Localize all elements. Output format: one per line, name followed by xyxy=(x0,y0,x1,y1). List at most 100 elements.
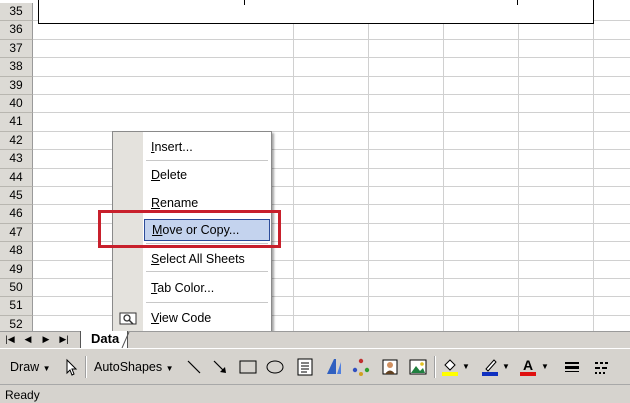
row-header[interactable]: 50 xyxy=(0,279,33,298)
row-cells[interactable] xyxy=(33,113,630,132)
column-gridline xyxy=(593,260,594,278)
grid-row[interactable]: 39 xyxy=(0,76,630,95)
row-header[interactable]: 40 xyxy=(0,95,33,114)
fill-color-icon[interactable] xyxy=(440,357,460,377)
row-header[interactable]: 46 xyxy=(0,205,33,224)
menu-item-view-code[interactable]: View Code xyxy=(144,307,270,329)
row-header[interactable]: 49 xyxy=(0,260,33,279)
row-header[interactable]: 44 xyxy=(0,168,33,187)
next-sheet-icon[interactable]: ▶ xyxy=(40,333,52,346)
grid-row[interactable]: 40 xyxy=(0,95,630,114)
column-gridline xyxy=(593,242,594,260)
text-box-icon[interactable] xyxy=(295,357,315,377)
row-header[interactable]: 38 xyxy=(0,58,33,77)
row-cells[interactable] xyxy=(33,39,630,59)
prev-sheet-icon[interactable]: ◀ xyxy=(22,333,34,346)
embedded-object-frame[interactable] xyxy=(38,0,594,24)
row-header[interactable]: 52 xyxy=(0,315,33,331)
autoshapes-menu-button[interactable]: AutoShapes ▼ xyxy=(94,358,174,376)
column-gridline xyxy=(593,279,594,297)
grid-row[interactable]: 48 xyxy=(0,242,630,261)
grid-row[interactable]: 45 xyxy=(0,187,630,206)
rectangle-icon[interactable] xyxy=(238,357,258,377)
column-gridline xyxy=(368,205,369,223)
picture-icon[interactable] xyxy=(408,357,428,377)
row-header[interactable]: 37 xyxy=(0,39,33,59)
grid-row[interactable]: 49 xyxy=(0,260,630,279)
grid-row[interactable]: 47 xyxy=(0,223,630,243)
dash-style-icon[interactable] xyxy=(592,357,612,377)
row-header[interactable]: 48 xyxy=(0,242,33,261)
row-header[interactable]: 41 xyxy=(0,113,33,132)
autoshapes-label: AutoShapes xyxy=(94,360,163,374)
column-gridline xyxy=(293,95,294,113)
grid-row[interactable]: 38 xyxy=(0,58,630,77)
grid-row[interactable]: 46 xyxy=(0,205,630,224)
column-gridline xyxy=(368,242,369,260)
column-gridline xyxy=(443,260,444,278)
row-header[interactable]: 36 xyxy=(0,21,33,40)
column-gridline xyxy=(443,187,444,205)
column-gridline xyxy=(518,168,519,186)
menu-item-delete[interactable]: Delete xyxy=(144,164,270,186)
row-header[interactable]: 45 xyxy=(0,187,33,206)
first-sheet-icon[interactable]: |◀ xyxy=(4,333,16,346)
line-icon[interactable] xyxy=(184,357,204,377)
grid-row[interactable]: 36 xyxy=(0,21,630,40)
line-style-icon[interactable] xyxy=(562,357,582,377)
row-cells[interactable] xyxy=(33,95,630,114)
object-tick-mark xyxy=(517,0,518,5)
row-header[interactable]: 35 xyxy=(0,3,33,22)
worksheet-grid[interactable]: 35 36 37 38 39 40 41 42 43 44 45 46 47 48 49 50 51 52 xyxy=(0,0,630,331)
column-gridline xyxy=(443,150,444,168)
column-gridline xyxy=(368,150,369,168)
menu-item-select-all-sheets[interactable]: Select All Sheets xyxy=(144,248,270,270)
column-gridline xyxy=(293,168,294,186)
row-cells[interactable] xyxy=(33,76,630,95)
column-gridline xyxy=(368,260,369,278)
font-color-dropdown-icon[interactable]: ▼ xyxy=(541,358,549,376)
grid-row[interactable]: 51 xyxy=(0,297,630,316)
row-header[interactable]: 39 xyxy=(0,76,33,95)
row-cells[interactable] xyxy=(33,21,630,40)
column-gridline xyxy=(593,95,594,113)
grid-row[interactable]: 37 xyxy=(0,39,630,59)
line-color-dropdown-icon[interactable]: ▼ xyxy=(502,358,510,376)
draw-menu-button[interactable]: Draw ▼ xyxy=(10,358,51,376)
menu-item-label: Delete xyxy=(151,168,188,182)
grid-row[interactable]: 52 xyxy=(0,315,630,331)
line-color-icon[interactable] xyxy=(480,357,500,377)
menu-item-tab-color[interactable]: Tab Color... xyxy=(144,277,270,299)
grid-row[interactable]: 42 xyxy=(0,131,630,151)
last-sheet-icon[interactable]: ▶| xyxy=(58,333,70,346)
grid-row[interactable]: 41 xyxy=(0,113,630,132)
menu-item-label: View Code xyxy=(151,311,212,325)
column-gridline xyxy=(443,168,444,186)
menu-separator xyxy=(146,271,268,272)
grid-row[interactable]: 43 xyxy=(0,150,630,169)
row-header[interactable]: 42 xyxy=(0,131,33,151)
column-gridline xyxy=(518,58,519,76)
column-gridline xyxy=(443,131,444,150)
oval-icon[interactable] xyxy=(265,357,285,377)
toolbar-separator xyxy=(434,356,436,378)
column-gridline xyxy=(593,315,594,331)
column-gridline xyxy=(518,315,519,331)
select-objects-icon[interactable] xyxy=(61,357,81,377)
tab-slant-icon xyxy=(121,332,130,349)
diagram-icon[interactable] xyxy=(351,357,371,377)
wordart-icon[interactable] xyxy=(324,357,344,377)
fill-color-dropdown-icon[interactable]: ▼ xyxy=(462,358,470,376)
grid-row[interactable]: 44 xyxy=(0,168,630,187)
row-cells[interactable] xyxy=(33,58,630,77)
clip-art-icon[interactable] xyxy=(380,357,400,377)
row-header[interactable]: 47 xyxy=(0,223,33,243)
arrow-icon[interactable] xyxy=(210,357,230,377)
grid-row[interactable]: 50 xyxy=(0,279,630,298)
column-gridline xyxy=(443,242,444,260)
font-color-icon[interactable]: A xyxy=(518,357,538,377)
menu-item-insert[interactable]: Insert... xyxy=(144,136,270,158)
column-gridline xyxy=(593,223,594,242)
row-header[interactable]: 43 xyxy=(0,150,33,169)
row-header[interactable]: 51 xyxy=(0,297,33,316)
